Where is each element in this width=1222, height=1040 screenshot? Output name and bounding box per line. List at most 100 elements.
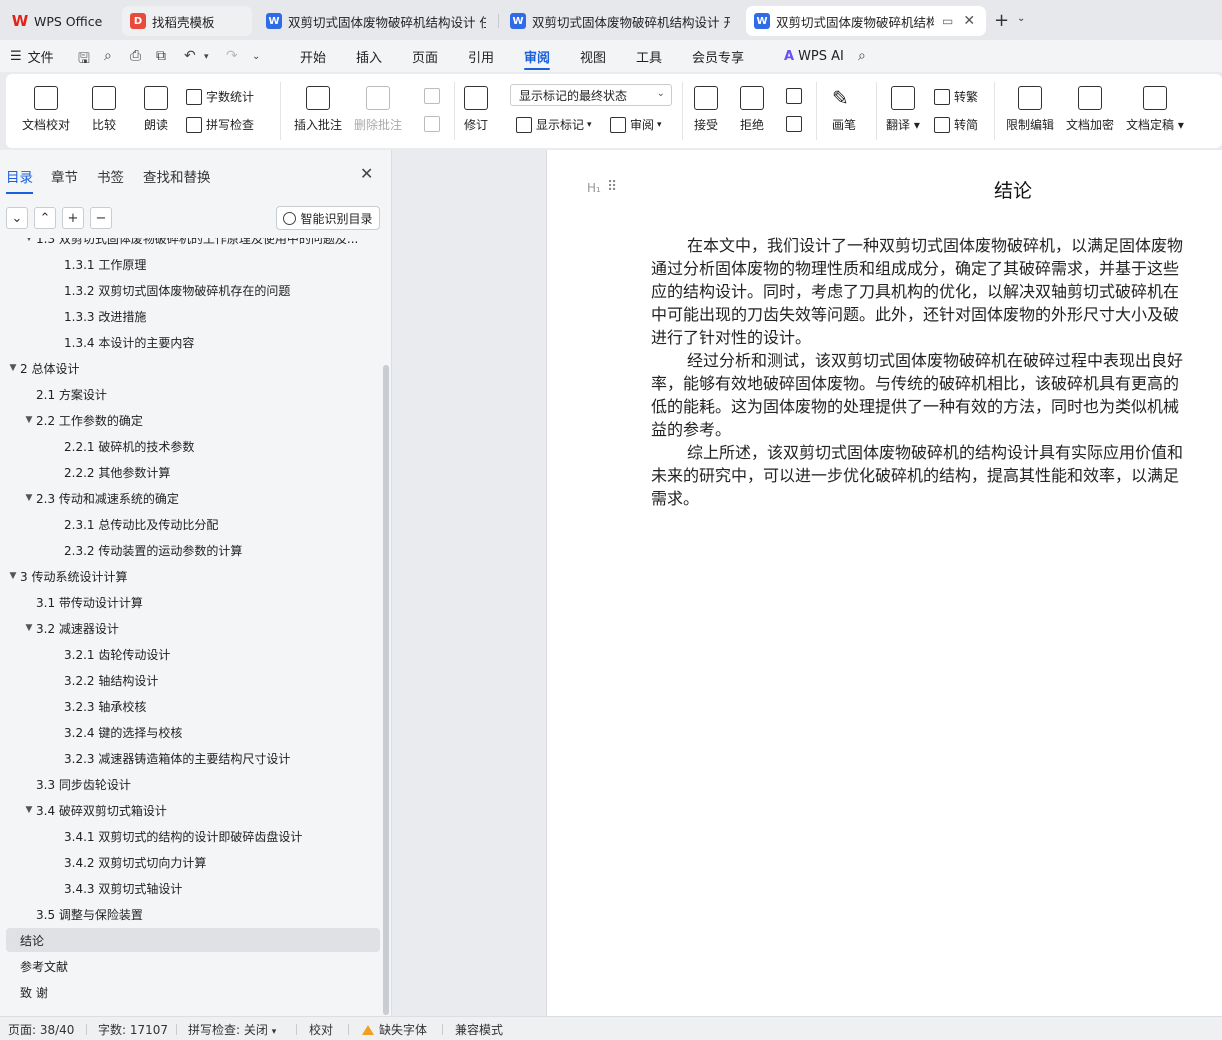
menu-insert[interactable]: 插入 [356,40,382,72]
compare-button[interactable]: 比较 [92,86,116,133]
expand-triangle-icon[interactable]: ▼ [6,363,20,373]
read-aloud-button[interactable]: 朗读 [144,86,168,133]
next-comment-button[interactable] [424,116,444,132]
toc-item[interactable]: 结论 [6,928,380,952]
expand-triangle-icon[interactable]: ▼ [22,493,36,503]
to-simplified-button[interactable]: 转简 [934,116,978,133]
menu-home[interactable]: 开始 [300,40,326,72]
toc-item[interactable]: 2.1 方案设计 [6,382,380,406]
new-tab-plus-icon[interactable]: + [994,10,1009,31]
tab-document-active[interactable]: W 双剪切式固体废物破碎机结构 ▭ ✕ [746,6,986,36]
menu-references[interactable]: 引用 [468,40,494,72]
toc-item[interactable]: ▼ 3.2 减速器设计 [6,616,380,640]
markup-state-select[interactable]: 显示标记的最终状态 ⌄ [510,84,672,106]
expand-triangle-icon[interactable]: ▼ [6,571,20,581]
expand-triangle-icon[interactable]: ▼ [22,238,36,243]
missing-font-status[interactable]: 缺失字体 [362,1021,427,1038]
toc-item[interactable]: 3.3 同步齿轮设计 [6,772,380,796]
tab-templates[interactable]: D 找稻壳模板 [122,6,252,36]
print-preview-icon[interactable]: ⧉ [156,48,166,64]
toc-item[interactable]: 3.2.3 减速器铸造箱体的主要结构尺寸设计 [6,746,380,770]
toc-item[interactable]: 3.4.2 双剪切式切向力计算 [6,850,380,874]
word-count-button[interactable]: 字数统计 [186,88,254,105]
tab-find-replace[interactable]: 查找和替换 [143,166,211,186]
proof-status[interactable]: 校对 [309,1021,333,1038]
collapse-all-button[interactable]: ⌄ [6,207,28,229]
smart-toc-button[interactable]: 智能识别目录 [276,206,380,230]
toc-item[interactable]: 3.4.1 双剪切式的结构的设计即破碎齿盘设计 [6,824,380,848]
toc-item[interactable]: 2.3.1 总传动比及传动比分配 [6,512,380,536]
search-icon[interactable]: ⌕ [858,48,866,64]
encrypt-button[interactable]: 文档加密 [1066,86,1114,133]
prev-change-button[interactable] [786,88,806,104]
tab-wps-office[interactable]: W WPS Office [4,6,114,36]
toc-item[interactable]: ▼ 2.2 工作参数的确定 [6,408,380,432]
file-menu[interactable]: ☰ 文件 [10,40,54,72]
toc-item[interactable]: ▼ 1.3 双剪切式固体废物破碎机的工作原理及使用中的问题及... [6,238,380,250]
add-heading-button[interactable]: + [62,207,84,229]
toc-item[interactable]: 2.3.2 传动装置的运动参数的计算 [6,538,380,562]
menu-tools[interactable]: 工具 [636,40,662,72]
remove-heading-button[interactable]: − [90,207,112,229]
expand-up-button[interactable]: ⌃ [34,207,56,229]
spell-check-button[interactable]: 拼写检查 [186,116,254,133]
toc-item[interactable]: 3.2.2 轴结构设计 [6,668,380,692]
toc-item[interactable]: ▼ 2.3 传动和减速系统的确定 [6,486,380,510]
toc-item[interactable]: ▼ 3.4 破碎双剪切式箱设计 [6,798,380,822]
toc-item[interactable]: 参考文献 [6,954,380,978]
close-icon[interactable]: ✕ [963,13,975,29]
toc-item[interactable]: 3.5 调整与保险装置 [6,902,380,926]
translate-button[interactable]: 翻译 ▾ [886,86,920,133]
monitor-icon[interactable]: ▭ [942,14,953,28]
expand-triangle-icon[interactable]: ▼ [22,623,36,633]
spell-check-status[interactable]: 拼写检查: 关闭 ▾ [188,1021,276,1038]
menu-membership[interactable]: 会员专享 [692,40,744,72]
toc-item[interactable]: 3.2.3 轴承校核 [6,694,380,718]
track-changes-button[interactable]: 修订 [464,86,488,133]
show-markup-button[interactable]: 显示标记 ▾ [516,116,592,133]
reject-button[interactable]: 拒绝 [740,86,764,133]
redo-icon[interactable]: ↷ [226,48,238,64]
toc-item[interactable]: 3.4.3 双剪切式轴设计 [6,876,380,900]
toc-item[interactable]: ▼ 3 传动系统设计计算 [6,564,380,588]
restrict-edit-button[interactable]: 限制编辑 [1006,86,1054,133]
menu-page[interactable]: 页面 [412,40,438,72]
tab-document-1[interactable]: W 双剪切式固体废物破碎机结构设计 任 [258,6,494,36]
prev-comment-button[interactable] [424,88,444,104]
delete-comment-button[interactable]: 删除批注 [354,86,402,133]
tab-toc[interactable]: 目录 [6,166,33,194]
toc-item[interactable]: 3.2.1 齿轮传动设计 [6,642,380,666]
more-chevron-icon[interactable]: ⌄ [252,51,260,62]
toc-item[interactable]: 1.3.1 工作原理 [6,252,380,276]
page-indicator[interactable]: 页面: 38/40 [8,1021,74,1038]
tab-bookmarks[interactable]: 书签 [97,166,124,186]
accept-button[interactable]: 接受 [694,86,718,133]
review-pane-button[interactable]: 审阅 ▾ [610,116,662,133]
chevron-down-icon[interactable]: ⌄ [1017,13,1025,24]
doc-proof-button[interactable]: 文档校对 [22,86,70,133]
document-page[interactable]: H₁ ⠿ 结论 在本文中，我们设计了一种双剪切式固体废物破碎机，以满足固体废物通… [546,150,1222,1016]
toc-item[interactable]: 3.1 带传动设计计算 [6,590,380,614]
menu-review[interactable]: 审阅 [524,40,551,72]
expand-triangle-icon[interactable]: ▼ [22,805,36,815]
undo-icon[interactable]: ↶ [184,48,196,64]
toc-item[interactable]: 1.3.3 改进措施 [6,304,380,328]
toc-item[interactable]: 致 谢 [6,980,380,1004]
insert-comment-button[interactable]: 插入批注 [294,86,342,133]
to-traditional-button[interactable]: 转繁 [934,88,978,105]
toc-item[interactable]: 1.3.4 本设计的主要内容 [6,330,380,354]
tab-document-2[interactable]: W 双剪切式固体废物破碎机结构设计 开 [502,6,738,36]
toc-item[interactable]: 3.2.4 键的选择与校核 [6,720,380,744]
toc-scrollbar[interactable] [383,365,389,1015]
undo-dropdown-icon[interactable]: ▾ [204,52,209,62]
word-count-status[interactable]: 字数: 17107 [98,1021,168,1038]
tab-sections[interactable]: 章节 [51,166,78,186]
save-icon[interactable]: 🖫 [78,48,90,72]
toc-item[interactable]: 1.3.2 双剪切式固体废物破碎机存在的问题 [6,278,380,302]
print-icon[interactable]: ⎙ [130,48,141,64]
toc-item[interactable]: 2.2.1 破碎机的技术参数 [6,434,380,458]
format-painter-icon[interactable]: ⌕ [104,48,112,64]
wps-ai-button[interactable]: A WPS AI [784,40,844,72]
toc-item[interactable]: ▼ 2 总体设计 [6,356,380,380]
expand-triangle-icon[interactable]: ▼ [22,415,36,425]
